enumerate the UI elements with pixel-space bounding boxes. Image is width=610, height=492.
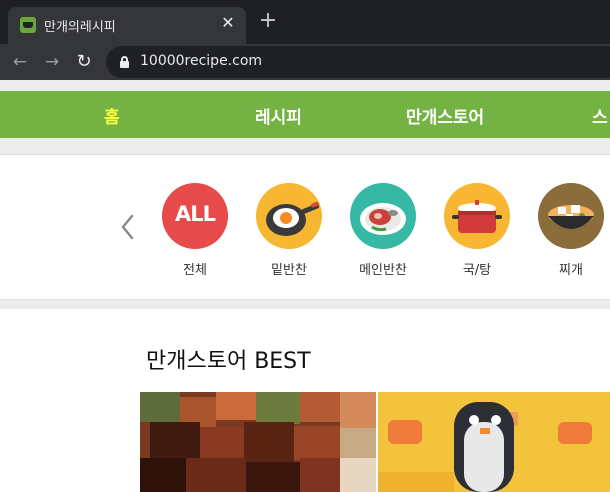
meat-plate-icon <box>350 183 416 249</box>
category-side-dish[interactable]: 밑반찬 <box>249 183 329 278</box>
category-label: 국/탕 <box>462 263 492 278</box>
category-carousel: ALL 전체 밑반찬 메인반찬 국/탕 찌개 <box>0 154 610 300</box>
browser-tab[interactable]: 만개의레시피 ✕ <box>8 7 246 44</box>
nav-item-recipe[interactable]: 레시피 <box>255 103 302 128</box>
section-title: 만개스토어 BEST <box>146 349 311 374</box>
category-label: 밑반찬 <box>271 263 307 278</box>
chevron-left-icon[interactable] <box>118 213 138 241</box>
tab-title: 만개의레시피 <box>44 20 116 35</box>
nav-item-store[interactable]: 만개스토어 <box>406 103 484 128</box>
reload-button[interactable]: ↻ <box>72 50 96 74</box>
stew-bowl-icon <box>538 183 604 249</box>
category-stew[interactable]: 찌개 <box>531 183 610 278</box>
soup-pot-icon <box>444 183 510 249</box>
top-spacer <box>0 80 610 91</box>
category-label: 전체 <box>183 263 207 278</box>
all-icon: ALL <box>162 183 228 249</box>
browser-toolbar: ← → ↻ 10000recipe.com <box>0 44 610 80</box>
best-product-image-2[interactable] <box>378 392 610 492</box>
main-nav: 홈 레시피 만개스토어 스 <box>0 91 610 138</box>
page-content: 홈 레시피 만개스토어 스 ALL 전체 밑반찬 메인반찬 국/탕 찌개 만개스… <box>0 80 610 492</box>
close-tab-icon[interactable]: ✕ <box>218 13 238 33</box>
forward-button[interactable]: → <box>40 50 64 74</box>
category-all[interactable]: ALL 전체 <box>155 183 235 278</box>
fried-egg-pan-icon <box>256 183 322 249</box>
back-button[interactable]: ← <box>8 50 32 74</box>
category-label: 메인반찬 <box>359 263 407 278</box>
best-product-image-1[interactable] <box>140 392 376 492</box>
category-main-dish[interactable]: 메인반찬 <box>343 183 423 278</box>
address-bar[interactable]: 10000recipe.com <box>106 46 610 78</box>
store-best-section: 만개스토어 BEST <box>0 309 610 492</box>
browser-tab-bar: 만개의레시피 ✕ + <box>0 0 610 44</box>
url-text: 10000recipe.com <box>140 53 263 69</box>
lock-icon <box>120 56 129 68</box>
category-soup[interactable]: 국/탕 <box>437 183 517 278</box>
new-tab-button[interactable]: + <box>256 10 280 34</box>
category-label: 찌개 <box>559 263 583 278</box>
nav-item-more[interactable]: 스 <box>592 103 608 128</box>
site-favicon-icon <box>20 17 36 33</box>
nav-item-home[interactable]: 홈 <box>104 103 120 128</box>
